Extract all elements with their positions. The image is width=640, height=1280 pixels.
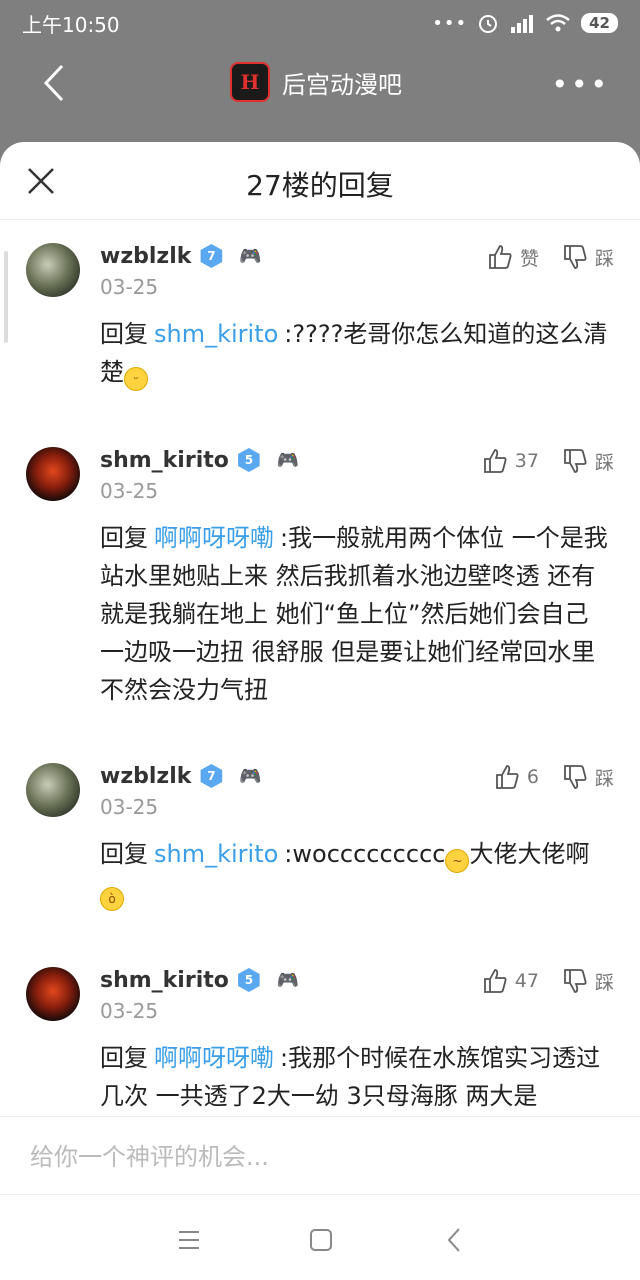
thumbs-down-icon: [564, 449, 587, 473]
level-badge: 5: [238, 448, 260, 472]
like-button[interactable]: 赞: [486, 243, 539, 271]
home-icon[interactable]: [306, 1225, 336, 1255]
dislike-label: 踩: [594, 247, 614, 270]
notification-dots: •••: [432, 12, 468, 34]
gamepad-icon: 🎮: [276, 969, 300, 991]
status-time: 上午10:50: [22, 12, 120, 37]
thumbs-down-icon: [564, 245, 587, 269]
dislike-button[interactable]: 踩: [561, 447, 614, 475]
reply-sheet: 27楼的回复 wzblzlk 7 🎮 03-25 赞 踩 回复 shm_kiri…: [0, 142, 640, 1280]
back-nav-icon[interactable]: [440, 1225, 470, 1255]
signal-icon: [511, 15, 534, 33]
reply-text: 回复 啊啊呀呀嘞:我一般就用两个体位 一个是我站水里她贴上来 然后我抓着水池边壁咚…: [100, 524, 608, 704]
drool-emoji-icon: ~: [445, 849, 470, 873]
smile-emoji-icon: ᵕ: [124, 367, 148, 391]
like-button[interactable]: 37: [481, 447, 539, 475]
avatar[interactable]: [26, 447, 80, 501]
reply-actions: 47 踩: [481, 967, 614, 995]
list-item: wzblzlk 7 🎮 03-25 赞 踩 回复 shm_kirito:????老…: [0, 221, 640, 425]
username[interactable]: wzblzlk: [100, 764, 191, 789]
mention-link[interactable]: 啊啊呀呀嘞: [154, 524, 274, 552]
thumbs-up-icon: [483, 449, 507, 473]
thumbs-up-icon: [483, 969, 507, 993]
dislike-button[interactable]: 踩: [561, 243, 614, 271]
forum-logo: H: [230, 62, 270, 102]
gamepad-icon: 🎮: [239, 245, 262, 267]
forum-header: H 后宫动漫吧 •••: [0, 46, 640, 122]
reply-text: 回复 shm_kirito:woccccccccc ~ 大佬大佬啊ò: [100, 835, 614, 911]
reply-text: 回复 啊啊呀呀嘞:我那个时候在水族馆实习透过几次 一共透了2大一幼 3只母海豚 两…: [100, 1044, 601, 1110]
post-date: 03-25: [100, 479, 159, 503]
status-bar: 上午10:50 ••• 42: [0, 0, 640, 46]
comment-input[interactable]: [30, 1137, 610, 1177]
avatar[interactable]: [26, 763, 80, 817]
sheet-header: 27楼的回复: [0, 142, 640, 220]
alarm-icon: [479, 15, 498, 33]
reply-actions: 6 踩: [493, 763, 614, 791]
sheet-title: 27楼的回复: [246, 169, 394, 202]
status-icons: ••• 42: [432, 12, 618, 34]
list-item: shm_kirito 5 🎮 03-25 47 踩 回复 啊啊呀呀嘞:我那个时候在…: [0, 945, 640, 1116]
thumbs-down-icon: [564, 765, 587, 789]
reply-text: 回复 shm_kirito:????老哥你怎么知道的这么清楚 ᵕ: [100, 315, 614, 391]
like-label: 赞: [519, 247, 539, 270]
wifi-icon: [546, 14, 570, 32]
like-count: 37: [514, 450, 539, 472]
forum-name: 后宫动漫吧: [282, 70, 402, 99]
dislike-button[interactable]: 踩: [561, 967, 614, 995]
gamepad-icon: 🎮: [276, 449, 300, 471]
back-chevron-icon[interactable]: [34, 60, 74, 106]
level-badge: 7: [200, 244, 223, 268]
list-item: shm_kirito 5 🎮 03-25 37 踩 回复 啊啊呀呀嘞:我一般就用两…: [0, 425, 640, 741]
like-count: 47: [514, 970, 539, 992]
post-date: 03-25: [100, 275, 159, 299]
like-button[interactable]: 47: [481, 967, 539, 995]
comment-bar: [0, 1116, 640, 1194]
battery-indicator: 42: [581, 13, 618, 33]
username[interactable]: shm_kirito: [100, 968, 229, 993]
system-nav-bar: [0, 1194, 640, 1280]
avatar[interactable]: [26, 243, 80, 297]
like-button[interactable]: 6: [493, 763, 539, 791]
post-date: 03-25: [100, 999, 159, 1023]
like-count: 6: [526, 766, 539, 788]
mention-link[interactable]: shm_kirito: [154, 320, 278, 348]
dislike-label: 踩: [594, 767, 614, 790]
list-item: wzblzlk 7 🎮 03-25 6 踩 回复 shm_kirito:woccc…: [0, 741, 640, 945]
username[interactable]: shm_kirito: [100, 448, 229, 473]
reply-actions: 37 踩: [481, 447, 614, 475]
reply-list[interactable]: wzblzlk 7 🎮 03-25 赞 踩 回复 shm_kirito:????老…: [0, 221, 640, 1116]
mention-link[interactable]: shm_kirito: [154, 840, 278, 868]
more-options-icon[interactable]: •••: [551, 68, 610, 101]
thumbs-up-icon: [489, 245, 512, 269]
dislike-button[interactable]: 踩: [561, 763, 614, 791]
gamepad-icon: 🎮: [239, 765, 262, 787]
dislike-label: 踩: [594, 451, 614, 474]
reply-actions: 赞 踩: [486, 243, 614, 271]
mention-link[interactable]: 啊啊呀呀嘞: [154, 1044, 274, 1072]
menu-icon[interactable]: [174, 1225, 204, 1255]
angry-emoji-icon: ò: [100, 887, 124, 911]
username[interactable]: wzblzlk: [100, 244, 191, 269]
thumbs-down-icon: [564, 969, 587, 993]
thumbs-up-icon: [495, 765, 519, 789]
level-badge: 7: [200, 764, 223, 788]
dislike-label: 踩: [594, 971, 614, 994]
post-date: 03-25: [100, 795, 159, 819]
avatar[interactable]: [26, 967, 80, 1021]
level-badge: 5: [238, 968, 260, 992]
forum-title[interactable]: H 后宫动漫吧: [230, 62, 402, 102]
